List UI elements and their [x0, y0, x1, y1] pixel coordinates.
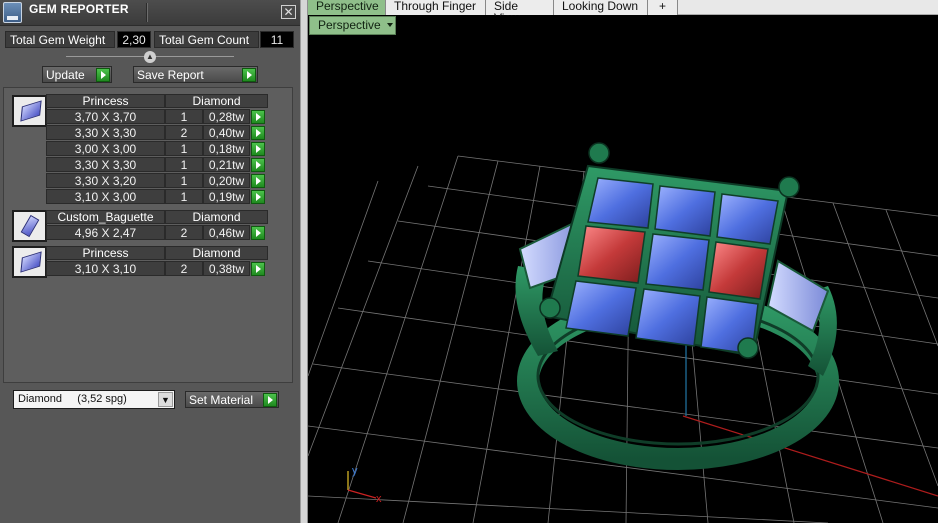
view-mode-dropdown-value: Perspective	[318, 18, 381, 32]
material-dropdown[interactable]: Diamond (3,52 spg) ▼	[13, 390, 175, 409]
total-gem-weight-label: Total Gem Weight	[5, 31, 115, 48]
gem-weight: 0,46tw	[203, 225, 250, 240]
gem-size: 3,30 X 3,30	[46, 125, 165, 140]
chevron-down-icon	[387, 23, 393, 27]
gem-size: 3,10 X 3,10	[46, 261, 165, 276]
select-gem-arrow-icon[interactable]	[251, 158, 265, 172]
tab-side-view[interactable]: Side View	[486, 0, 554, 24]
gem-size: 3,00 X 3,00	[46, 141, 165, 156]
gem-group-material: Diamond	[165, 94, 268, 108]
gem-quantity: 1	[165, 173, 203, 188]
gem-weight: 0,40tw	[203, 125, 250, 140]
title-separator	[146, 3, 148, 22]
gem-quantity: 1	[165, 141, 203, 156]
update-button-label: Update	[46, 68, 85, 82]
princess-gem-icon[interactable]	[12, 95, 47, 127]
save-report-button-label: Save Report	[137, 68, 204, 82]
baguette-gem-icon[interactable]	[12, 210, 47, 242]
gem-size: 4,96 X 2,47	[46, 225, 165, 240]
add-tab-icon[interactable]: +	[648, 0, 678, 15]
gem-weight: 0,38tw	[203, 261, 250, 276]
set-material-button[interactable]: Set Material	[185, 391, 279, 408]
tab-perspective[interactable]: Perspective	[308, 0, 386, 15]
set-material-button-label: Set Material	[189, 393, 254, 407]
gem-size: 3,30 X 3,20	[46, 173, 165, 188]
material-dropdown-value: Diamond (3,52 spg)	[18, 393, 127, 405]
update-button[interactable]: Update	[42, 66, 112, 83]
total-gem-count-value: 11	[260, 31, 294, 48]
gem-weight: 0,21tw	[203, 157, 250, 172]
chevron-down-icon[interactable]: ▼	[158, 392, 173, 407]
princess-gem-icon[interactable]	[12, 246, 47, 278]
gem-group-shape: Princess	[46, 94, 165, 108]
gem-quantity: 1	[165, 157, 203, 172]
axis-y-label: y	[352, 465, 358, 477]
gem-group-shape: Princess	[46, 246, 165, 260]
play-arrow-icon	[263, 393, 277, 407]
gem-quantity: 2	[165, 261, 203, 276]
select-gem-arrow-icon[interactable]	[251, 110, 265, 124]
ring-scene: y x	[308, 142, 938, 523]
select-gem-arrow-icon[interactable]	[251, 190, 265, 204]
3d-viewport[interactable]: y x	[308, 16, 938, 523]
play-arrow-icon	[242, 68, 256, 82]
gem-reporter-panel: GEM REPORTER ✕ Total Gem Weight 2,30 Tot…	[0, 0, 300, 523]
select-gem-arrow-icon[interactable]	[251, 126, 265, 140]
select-gem-arrow-icon[interactable]	[251, 262, 265, 276]
gem-list: Princess Diamond 3,70 X 3,70 1 0,28tw 3,…	[3, 87, 293, 383]
tab-through-finger[interactable]: Through Finger	[386, 0, 486, 15]
select-gem-arrow-icon[interactable]	[251, 174, 265, 188]
gem-group-material: Diamond	[165, 210, 268, 224]
axis-x-label: x	[376, 493, 382, 505]
gem-size: 3,10 X 3,00	[46, 189, 165, 204]
view-mode-dropdown[interactable]: Perspective	[309, 16, 396, 35]
play-arrow-icon	[96, 68, 110, 82]
gem-quantity: 2	[165, 225, 203, 240]
gem-reporter-app-icon	[3, 2, 22, 23]
total-gem-weight-value: 2,30	[117, 31, 151, 48]
gem-group-shape: Custom_Baguette	[46, 210, 165, 224]
gem-weight: 0,28tw	[203, 109, 250, 124]
gem-quantity: 1	[165, 189, 203, 204]
panel-titlebar: GEM REPORTER ✕	[0, 0, 300, 26]
total-gem-count-label: Total Gem Count	[154, 31, 259, 48]
gem-size: 3,30 X 3,30	[46, 157, 165, 172]
princess-gems	[565, 177, 779, 355]
select-gem-arrow-icon[interactable]	[251, 226, 265, 240]
gem-weight: 0,19tw	[203, 189, 250, 204]
panel-splitter[interactable]	[300, 0, 308, 523]
panel-title: GEM REPORTER	[29, 2, 129, 16]
collapse-up-icon[interactable]: ▲	[144, 51, 156, 63]
gem-quantity: 2	[165, 125, 203, 140]
close-icon[interactable]: ✕	[281, 5, 296, 19]
gem-group-material: Diamond	[165, 246, 268, 260]
viewport-tabbar: Perspective Through Finger Side View Loo…	[308, 0, 938, 24]
save-report-button[interactable]: Save Report	[133, 66, 258, 83]
select-gem-arrow-icon[interactable]	[251, 142, 265, 156]
gem-weight: 0,18tw	[203, 141, 250, 156]
gem-size: 3,70 X 3,70	[46, 109, 165, 124]
tab-looking-down[interactable]: Looking Down	[554, 0, 648, 15]
gem-weight: 0,20tw	[203, 173, 250, 188]
gem-quantity: 1	[165, 109, 203, 124]
